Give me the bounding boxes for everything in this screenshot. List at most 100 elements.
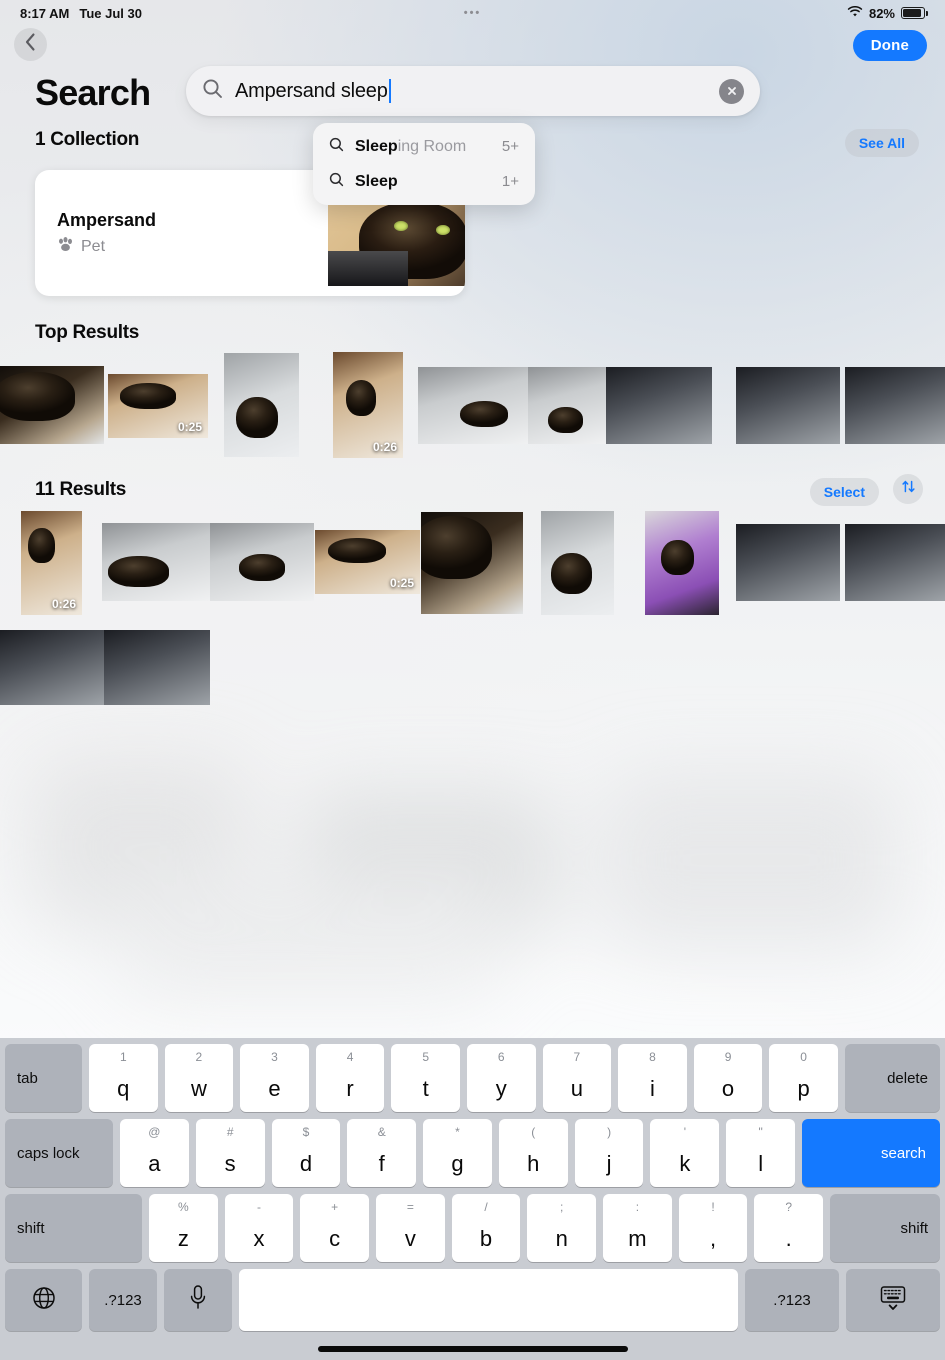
key-search-return[interactable]: search bbox=[802, 1119, 941, 1187]
key-j[interactable]: ) j bbox=[574, 1119, 644, 1187]
see-all-button[interactable]: See All bbox=[844, 129, 919, 157]
photo-thumbnail[interactable] bbox=[418, 367, 528, 444]
key-l[interactable]: " l bbox=[726, 1119, 796, 1187]
key-z[interactable]: % z bbox=[149, 1194, 218, 1262]
photo-thumbnail[interactable] bbox=[528, 367, 606, 444]
key-x[interactable]: -x bbox=[224, 1194, 294, 1262]
video-duration: 0:26 bbox=[51, 597, 76, 611]
key-o[interactable]: 9o bbox=[693, 1044, 763, 1112]
key-alt-label: ! bbox=[711, 1200, 715, 1214]
key-comma[interactable]: !, bbox=[678, 1194, 748, 1262]
video-duration: 0:25 bbox=[177, 420, 202, 434]
key-t[interactable]: 5t bbox=[391, 1044, 460, 1112]
key-y[interactable]: 6y bbox=[466, 1044, 536, 1112]
photo-thumbnail[interactable] bbox=[210, 523, 314, 601]
key-alt-label: 7 bbox=[573, 1050, 581, 1064]
key-r[interactable]: 4r bbox=[315, 1044, 385, 1112]
search-input-value: Ampersand sleep bbox=[235, 79, 388, 102]
key-label: , bbox=[709, 1226, 717, 1251]
key-alt-label: @ bbox=[148, 1125, 161, 1139]
photo-thumbnail[interactable] bbox=[224, 353, 299, 457]
key-alt-label: $ bbox=[302, 1125, 310, 1139]
key-alt-label: 3 bbox=[271, 1050, 278, 1064]
key-delete[interactable]: delete bbox=[844, 1044, 940, 1112]
key-k[interactable]: ' k bbox=[650, 1119, 720, 1187]
photo-thumbnail[interactable] bbox=[736, 367, 840, 444]
key-microphone[interactable] bbox=[164, 1269, 232, 1331]
photo-thumbnail[interactable] bbox=[104, 630, 210, 705]
text-cursor bbox=[388, 79, 391, 103]
key-d[interactable]: $ d bbox=[271, 1119, 341, 1187]
clear-search-button[interactable] bbox=[719, 78, 744, 104]
key-w[interactable]: 2w bbox=[164, 1044, 234, 1112]
done-button[interactable]: Done bbox=[852, 30, 927, 61]
photo-thumbnail[interactable]: 0:25 bbox=[315, 530, 420, 594]
key-numbers-right[interactable]: .?123 bbox=[745, 1269, 839, 1331]
key-alt-label: 5 bbox=[422, 1050, 430, 1064]
suggestion-count: 1+ bbox=[501, 173, 519, 190]
photo-thumbnail[interactable]: 0:26 bbox=[21, 511, 82, 615]
photo-thumbnail[interactable] bbox=[645, 511, 719, 615]
keyboard-row-1: tab 1q 2w 3e 4r 5t 6y 7u 8i 9o 0p delete bbox=[5, 1044, 940, 1112]
key-c[interactable]: + c bbox=[300, 1194, 370, 1262]
key-label: a bbox=[148, 1151, 161, 1176]
key-n[interactable]: ; n bbox=[527, 1194, 597, 1262]
key-u[interactable]: 7u bbox=[542, 1044, 612, 1112]
key-p[interactable]: 0p bbox=[769, 1044, 838, 1112]
key-dismiss-keyboard[interactable] bbox=[846, 1269, 940, 1331]
photo-thumbnail[interactable] bbox=[845, 367, 945, 444]
photo-thumbnail[interactable] bbox=[0, 366, 104, 444]
photo-thumbnail[interactable] bbox=[845, 524, 945, 601]
key-label: n bbox=[555, 1226, 568, 1251]
suggestion-item[interactable]: Sleeping Room 5+ bbox=[313, 129, 535, 164]
key-label: w bbox=[190, 1076, 207, 1101]
key-i[interactable]: 8i bbox=[618, 1044, 687, 1112]
key-globe[interactable] bbox=[5, 1269, 82, 1331]
key-g[interactable]: * g bbox=[423, 1119, 492, 1187]
video-duration: 0:25 bbox=[389, 576, 414, 590]
search-suggestions-dropdown[interactable]: Sleeping Room 5+ Sleep 1+ bbox=[313, 123, 535, 205]
key-q[interactable]: 1q bbox=[89, 1044, 158, 1112]
photo-thumbnail[interactable]: 0:25 bbox=[108, 374, 208, 438]
key-alt-label: = bbox=[406, 1200, 414, 1214]
key-label: q bbox=[117, 1076, 130, 1101]
key-alt-label: ' bbox=[683, 1125, 687, 1139]
key-label: u bbox=[570, 1076, 583, 1101]
back-button[interactable] bbox=[14, 28, 47, 61]
key-b[interactable]: / b bbox=[451, 1194, 521, 1262]
key-label: x bbox=[253, 1226, 265, 1251]
key-s[interactable]: # s bbox=[195, 1119, 265, 1187]
photo-thumbnail[interactable] bbox=[0, 630, 104, 705]
photo-thumbnail[interactable]: 0:26 bbox=[333, 352, 403, 458]
key-label: p bbox=[797, 1076, 810, 1101]
key-e[interactable]: 3e bbox=[240, 1044, 309, 1112]
key-shift-right[interactable]: shift bbox=[830, 1194, 941, 1262]
photo-thumbnail[interactable] bbox=[421, 512, 523, 614]
key-label: g bbox=[451, 1151, 464, 1176]
photo-thumbnail[interactable] bbox=[736, 524, 840, 601]
status-time: 8:17 AM bbox=[20, 5, 70, 21]
key-shift-left[interactable]: shift bbox=[5, 1194, 142, 1262]
photo-thumbnail[interactable] bbox=[102, 523, 210, 601]
key-label: s bbox=[224, 1151, 236, 1176]
on-screen-keyboard[interactable]: tab 1q 2w 3e 4r 5t 6y 7u 8i 9o 0p delete… bbox=[0, 1038, 945, 1360]
key-space[interactable] bbox=[239, 1269, 738, 1331]
key-alt-label: 8 bbox=[649, 1050, 656, 1064]
suggestion-item[interactable]: Sleep 1+ bbox=[313, 164, 535, 199]
key-v[interactable]: = v bbox=[376, 1194, 445, 1262]
key-caps-lock[interactable]: caps lock bbox=[5, 1119, 113, 1187]
key-f[interactable]: & f bbox=[347, 1119, 417, 1187]
key-h[interactable]: (h bbox=[498, 1119, 568, 1187]
photo-thumbnail[interactable] bbox=[541, 511, 614, 615]
key-period[interactable]: ?. bbox=[754, 1194, 824, 1262]
key-tab[interactable]: tab bbox=[5, 1044, 82, 1112]
key-alt-label: ; bbox=[560, 1200, 564, 1214]
select-button[interactable]: Select bbox=[809, 478, 879, 506]
photo-thumbnail[interactable] bbox=[606, 367, 712, 444]
key-a[interactable]: @ a bbox=[120, 1119, 189, 1187]
key-m[interactable]: :m bbox=[603, 1194, 672, 1262]
sort-button[interactable] bbox=[893, 474, 923, 504]
search-input[interactable]: Ampersand sleep bbox=[186, 66, 760, 116]
key-alt-label: & bbox=[377, 1125, 386, 1139]
key-numbers-left[interactable]: .?123 bbox=[89, 1269, 157, 1331]
